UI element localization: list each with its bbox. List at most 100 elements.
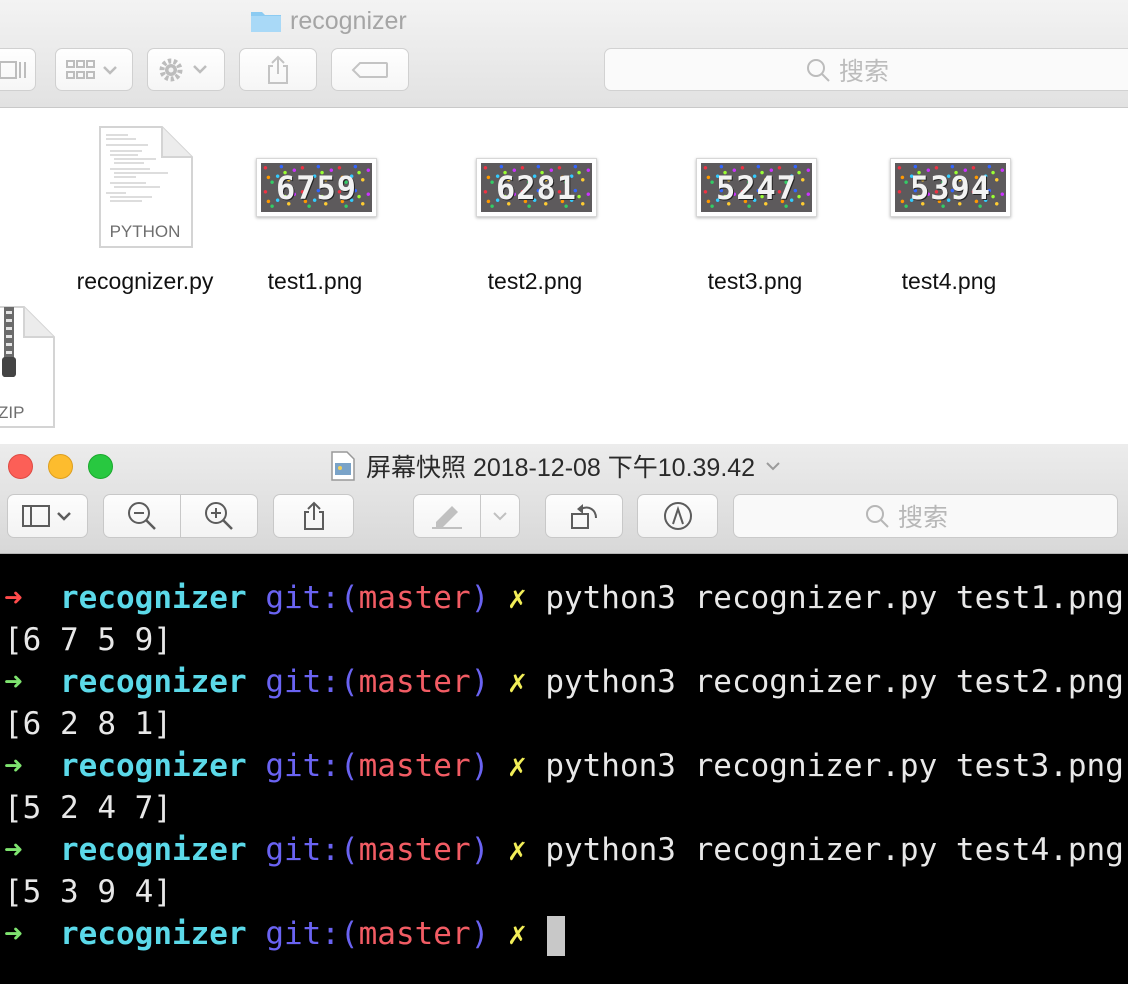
git-close: )	[470, 748, 490, 784]
prompt-arrow: ➜	[4, 832, 23, 868]
document-proxy-icon	[331, 451, 355, 481]
current-prompt-line: ➜ recognizer git:(master) ✗	[4, 913, 566, 956]
output-line: [5 2 4 7]	[4, 790, 172, 826]
arrange-button[interactable]	[55, 48, 133, 91]
terminal-output[interactable]: ➜ recognizer git:(master) ✗ python3 reco…	[0, 554, 1128, 984]
prompt-arrow: ➜	[4, 916, 23, 952]
finder-window: recognizer 搜索 PYTHON recognizer.py 6759 …	[0, 0, 1128, 444]
close-button[interactable]	[8, 454, 33, 479]
prompt-directory: recognizer	[60, 916, 247, 952]
output-line: [5 3 9 4]	[4, 874, 172, 910]
rotate-icon	[571, 504, 597, 529]
finder-folder-name: recognizer	[290, 6, 407, 35]
git-label: git:(	[265, 664, 359, 700]
git-branch: master	[358, 748, 471, 784]
tags-button[interactable]	[331, 48, 409, 91]
file-name: test4.png	[901, 268, 997, 294]
output-line: [6 7 5 9]	[4, 622, 172, 658]
file-item-test4[interactable]: 5394 test4.png	[879, 125, 1019, 300]
file-item-test1[interactable]: 6759 test1.png	[245, 125, 385, 300]
git-label: git:(	[265, 580, 359, 616]
image-thumbnail: 6759	[256, 158, 377, 217]
pen-circle-icon	[663, 502, 692, 530]
rotate-button[interactable]	[545, 494, 623, 538]
git-close: )	[470, 916, 490, 952]
zoom-in-button[interactable]	[180, 494, 258, 538]
view-columns-button[interactable]	[0, 48, 36, 91]
file-item-test2[interactable]: 6281 test2.png	[465, 125, 605, 300]
git-branch: master	[358, 916, 471, 952]
image-thumbnail: 6281	[476, 158, 597, 217]
highlighter-icon	[432, 506, 462, 529]
prompt-line: ➜ recognizer git:(master) ✗ python3 reco…	[4, 661, 1124, 703]
sidebar-toggle-button[interactable]	[7, 494, 88, 538]
finder-search-field[interactable]: 搜索	[604, 48, 1128, 91]
prompt-arrow: ➜	[4, 664, 23, 700]
file-name: test3.png	[707, 268, 803, 294]
finder-title: recognizer	[250, 5, 407, 37]
prompt-directory: recognizer	[60, 580, 247, 616]
columns-view-icon	[0, 60, 26, 79]
search-icon	[807, 58, 830, 82]
search-icon	[866, 505, 889, 528]
annotate-button[interactable]	[637, 494, 718, 538]
file-name: test1.png	[267, 268, 363, 294]
command-text: python3 recognizer.py test3.png	[545, 748, 1124, 784]
file-name: recognizer.py	[76, 268, 214, 294]
dirty-mark: ✗	[507, 664, 527, 700]
markup-button[interactable]	[413, 494, 481, 538]
preview-search-placeholder: 搜索	[898, 504, 949, 532]
minimize-button[interactable]	[48, 454, 73, 479]
prompt-arrow: ➜	[4, 748, 23, 784]
prompt-line: ➜ recognizer git:(master) ✗ python3 reco…	[4, 829, 1124, 871]
git-close: )	[470, 664, 490, 700]
prompt-line: ➜ recognizer git:(master) ✗ python3 reco…	[4, 577, 1124, 619]
share-icon	[268, 55, 288, 84]
gear-icon	[159, 58, 207, 81]
chevron-down-icon	[493, 512, 507, 521]
git-close: )	[470, 580, 490, 616]
preview-title[interactable]: 屏幕快照 2018-12-08 下午10.39.42	[330, 448, 781, 484]
zoom-out-button[interactable]	[103, 494, 181, 538]
git-branch: master	[358, 580, 471, 616]
markup-menu-button[interactable]	[480, 494, 520, 538]
preview-title-text: 屏幕快照 2018-12-08 下午10.39.42	[366, 454, 756, 482]
command-text: python3 recognizer.py test2.png	[545, 664, 1124, 700]
image-thumbnail: 5247	[696, 158, 817, 217]
prompt-arrow: ➜	[4, 580, 23, 616]
file-item-zip[interactable]: ZIP	[0, 305, 60, 430]
dirty-mark: ✗	[507, 916, 527, 952]
command-text: python3 recognizer.py test1.png	[545, 580, 1124, 616]
tag-icon	[351, 61, 388, 78]
action-button[interactable]	[147, 48, 225, 91]
preview-search-field[interactable]: 搜索	[733, 494, 1118, 538]
file-item-test3[interactable]: 5247 test3.png	[685, 125, 825, 300]
file-type-badge: ZIP	[0, 403, 25, 422]
prompt-directory: recognizer	[60, 664, 247, 700]
finder-search-placeholder: 搜索	[839, 57, 890, 86]
output-line: [6 2 8 1]	[4, 706, 172, 742]
image-thumbnail: 5394	[890, 158, 1011, 217]
share-button[interactable]	[239, 48, 317, 91]
thumbnail-text: 6759	[275, 168, 358, 207]
zoom-button[interactable]	[88, 454, 113, 479]
command-text: python3 recognizer.py test4.png	[545, 832, 1124, 868]
prompt-directory: recognizer	[60, 832, 247, 868]
dirty-mark: ✗	[507, 832, 527, 868]
git-label: git:(	[265, 748, 359, 784]
prompt-line: ➜ recognizer git:(master) ✗ python3 reco…	[4, 745, 1124, 787]
git-label: git:(	[265, 916, 359, 952]
thumbnail-text: 6281	[495, 168, 578, 207]
zoom-out-icon	[128, 502, 156, 530]
git-branch: master	[358, 664, 471, 700]
file-item-recognizer-py[interactable]: PYTHON recognizer.py	[60, 125, 230, 300]
finder-toolbar: recognizer 搜索	[0, 0, 1128, 108]
folder-icon	[250, 9, 282, 33]
thumbnail-text: 5394	[909, 168, 992, 207]
preview-window-toolbar: 屏幕快照 2018-12-08 下午10.39.42 搜索	[0, 444, 1128, 554]
share-icon	[303, 501, 324, 530]
file-type-badge: PYTHON	[109, 222, 181, 241]
share-button[interactable]	[273, 494, 354, 538]
git-label: git:(	[265, 832, 359, 868]
zoom-in-icon	[205, 502, 233, 530]
